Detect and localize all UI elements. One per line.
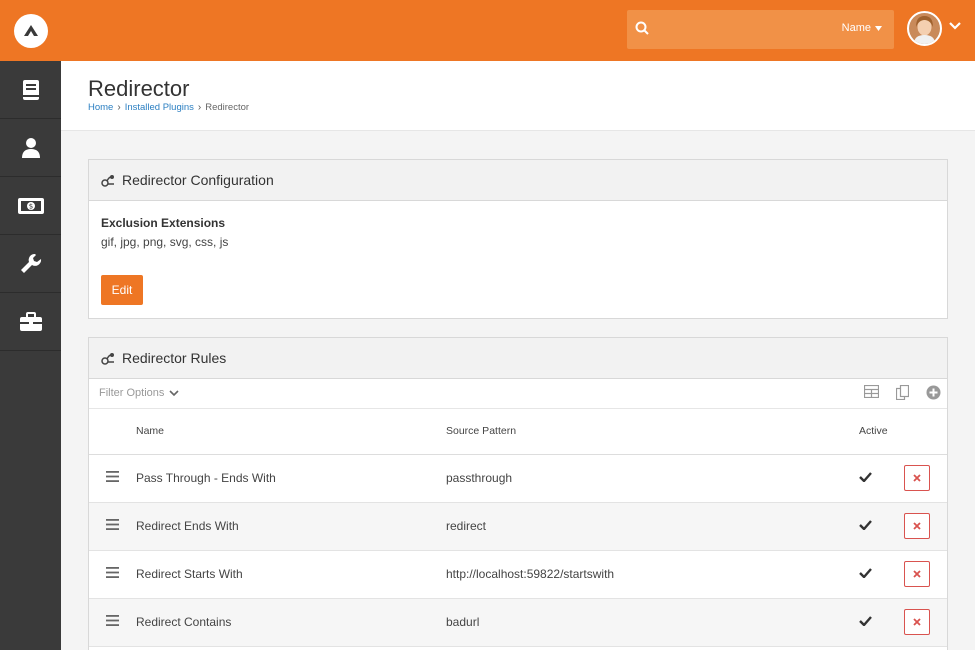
merge-template-button[interactable] [896, 385, 909, 400]
reorder-handle[interactable] [89, 598, 136, 647]
sidebar: $ [0, 0, 61, 650]
panel-header: Redirector Rules [89, 338, 947, 379]
filter-label: Filter Options [99, 387, 165, 399]
rule-source: redirect [446, 502, 859, 551]
breadcrumb-current: Redirector [205, 102, 250, 113]
chevron-down-icon[interactable] [949, 22, 961, 30]
briefcase-icon [19, 311, 42, 331]
column-header-active[interactable]: Active [859, 409, 904, 455]
page-title: Redirector [88, 76, 190, 101]
rule-source: badurl [446, 598, 859, 647]
column-header-name[interactable]: Name [136, 409, 446, 455]
caret-down-icon [875, 25, 882, 31]
copy-icon [896, 385, 909, 400]
delete-button[interactable] [904, 513, 930, 539]
sidebar-item-pages[interactable] [0, 61, 61, 119]
active-indicator [859, 454, 904, 503]
check-icon [859, 520, 872, 531]
active-indicator [859, 550, 904, 599]
column-header-source-pattern[interactable]: Source Pattern [446, 409, 859, 455]
bars-icon [106, 471, 119, 482]
rule-name: Redirect Starts With [136, 550, 446, 599]
reorder-handle[interactable] [89, 454, 136, 503]
edit-button[interactable]: Edit [101, 275, 143, 305]
plus-circle-icon [926, 385, 941, 400]
check-icon [859, 568, 872, 579]
rock-logo[interactable] [0, 0, 61, 61]
close-icon [913, 570, 921, 578]
rule-source: passthrough [446, 454, 859, 503]
chevron-down-icon [169, 389, 179, 396]
table-row[interactable]: Pass Through - Ends With passthrough [89, 454, 947, 503]
close-icon [913, 474, 921, 482]
book-icon [22, 79, 39, 100]
breadcrumb-home[interactable]: Home [88, 102, 113, 113]
field-label: Exclusion Extensions [101, 216, 226, 230]
search-icon [635, 21, 649, 35]
logo-icon [13, 13, 48, 48]
excel-export-button[interactable] [864, 385, 879, 400]
search-type-label: Name [841, 22, 871, 34]
table-icon [864, 385, 879, 398]
rule-source: http://localhost:59822/startswith [446, 550, 859, 599]
redirect-icon [101, 175, 114, 187]
field-value: gif, jpg, png, svg, css, js [101, 235, 229, 249]
chevron-right-icon: › [197, 102, 202, 113]
bars-icon [106, 567, 119, 578]
sidebar-item-people[interactable] [0, 119, 61, 177]
close-icon [913, 522, 921, 530]
sidebar-item-tools[interactable] [0, 235, 61, 293]
rules-panel: Redirector Rules Filter Options Name Sou… [88, 337, 948, 650]
sidebar-item-admin[interactable] [0, 293, 61, 351]
bars-icon [106, 519, 119, 530]
panel-header: Redirector Configuration [89, 160, 947, 201]
delete-button[interactable] [904, 609, 930, 635]
search-type-dropdown[interactable]: Name [842, 22, 882, 34]
table-header-row: Name Source Pattern Active [89, 409, 947, 455]
rule-name: Pass Through - Ends With [136, 454, 446, 503]
bars-icon [106, 615, 119, 626]
panel-title: Redirector Rules [122, 350, 227, 366]
delete-button[interactable] [904, 465, 930, 491]
chevron-right-icon: › [117, 102, 121, 113]
svg-text:$: $ [28, 202, 32, 210]
close-icon [913, 618, 921, 626]
active-indicator [859, 502, 904, 551]
check-icon [859, 472, 872, 483]
configuration-panel: Redirector Configuration Exclusion Exten… [88, 159, 948, 319]
grid-filter-bar: Filter Options [89, 379, 947, 409]
rule-name: Redirect Ends With [136, 502, 446, 551]
grid-actions [864, 385, 941, 400]
person-icon [21, 137, 40, 158]
search-input[interactable] [659, 18, 829, 41]
rule-name: Redirect Contains [136, 598, 446, 647]
add-button[interactable] [926, 385, 941, 400]
avatar[interactable] [907, 11, 942, 46]
breadcrumb: Home › Installed Plugins › Redirector [88, 102, 249, 113]
rules-table: Name Source Pattern Active Pass Through … [89, 409, 947, 647]
page-header: Redirector Home › Installed Plugins › Re… [61, 61, 975, 131]
table-row[interactable]: Redirect Contains badurl [89, 598, 947, 647]
wrench-icon [20, 253, 41, 273]
top-header: Name [61, 0, 975, 61]
table-row[interactable]: Redirect Ends With redirect [89, 502, 947, 551]
active-indicator [859, 598, 904, 647]
breadcrumb-installed-plugins[interactable]: Installed Plugins [125, 102, 194, 113]
money-icon: $ [17, 197, 44, 214]
reorder-handle[interactable] [89, 550, 136, 599]
reorder-handle[interactable] [89, 502, 136, 551]
sidebar-item-finance[interactable]: $ [0, 177, 61, 235]
table-row[interactable]: Redirect Starts With http://localhost:59… [89, 550, 947, 599]
panel-title: Redirector Configuration [122, 172, 274, 188]
redirect-icon [101, 353, 114, 365]
filter-options-toggle[interactable]: Filter Options [99, 387, 179, 399]
search-box: Name [627, 10, 894, 49]
delete-button[interactable] [904, 561, 930, 587]
check-icon [859, 616, 872, 627]
